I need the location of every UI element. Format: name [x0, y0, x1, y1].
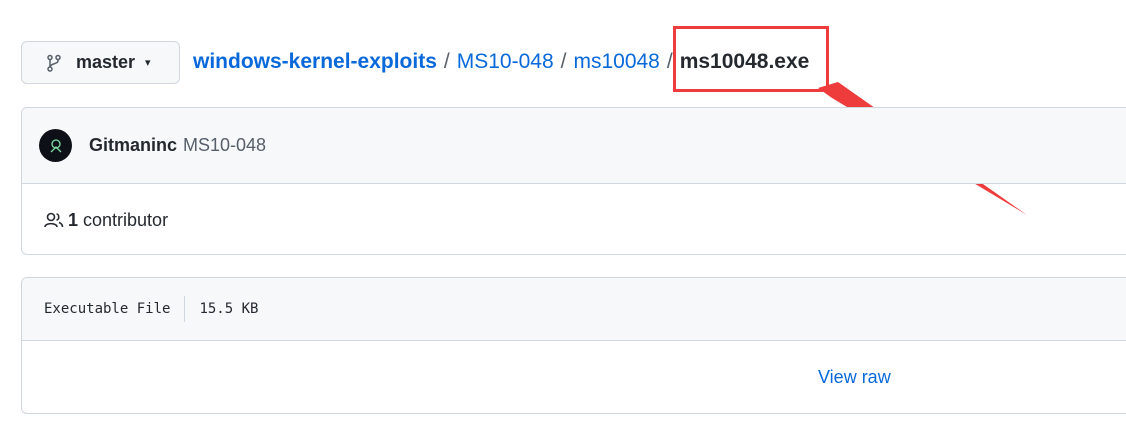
people-icon	[44, 212, 64, 228]
contributor-count: 1	[68, 209, 79, 230]
avatar[interactable]	[39, 129, 72, 162]
file-header-divider	[184, 296, 186, 322]
latest-commit-row: Gitmaninc MS10-048	[22, 108, 1126, 184]
contributor-label: contributor	[83, 209, 169, 230]
contributors-row[interactable]: 1 contributor	[22, 184, 1126, 254]
file-size: 15.5 KB	[199, 301, 259, 317]
view-raw-link[interactable]: View raw	[818, 367, 891, 388]
file-view-page: master ▾ windows-kernel-exploits / MS10-…	[0, 0, 1126, 422]
commit-info-box: Gitmaninc MS10-048 1 contributor	[21, 107, 1126, 255]
commit-message-link[interactable]: MS10-048	[183, 135, 266, 156]
file-content-box: Executable File 15.5 KB View raw	[21, 277, 1126, 414]
file-header: Executable File 15.5 KB	[22, 278, 1126, 341]
file-body: View raw	[22, 341, 1126, 413]
commit-author-link[interactable]: Gitmaninc	[89, 135, 177, 156]
file-type: Executable File	[44, 301, 171, 317]
avatar-icon	[50, 138, 61, 152]
